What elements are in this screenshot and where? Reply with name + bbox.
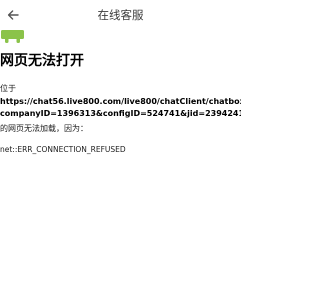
url-line-2: companyID=1396313&configID=524741&jid=23…	[0, 108, 241, 118]
error-url: https://chat56.live800.com/live800/chatC…	[0, 96, 241, 119]
app-bar: 在线客服	[0, 0, 241, 30]
arrow-left-icon	[7, 10, 19, 20]
located-at-text: 位于	[0, 84, 16, 93]
page-title: 在线客服	[97, 8, 144, 22]
webview[interactable]: 网页无法打开 位于 https://chat56.live800.com/liv…	[0, 30, 241, 285]
error-heading: 网页无法打开	[0, 53, 84, 69]
android-robot-icon	[1, 30, 24, 43]
error-code: net::ERR_CONNECTION_REFUSED	[0, 145, 126, 154]
back-button[interactable]	[0, 0, 26, 30]
url-line-1: https://chat56.live800.com/live800/chatC…	[0, 97, 241, 106]
cannot-load-text: 的网页无法加载，因为：	[0, 124, 88, 133]
